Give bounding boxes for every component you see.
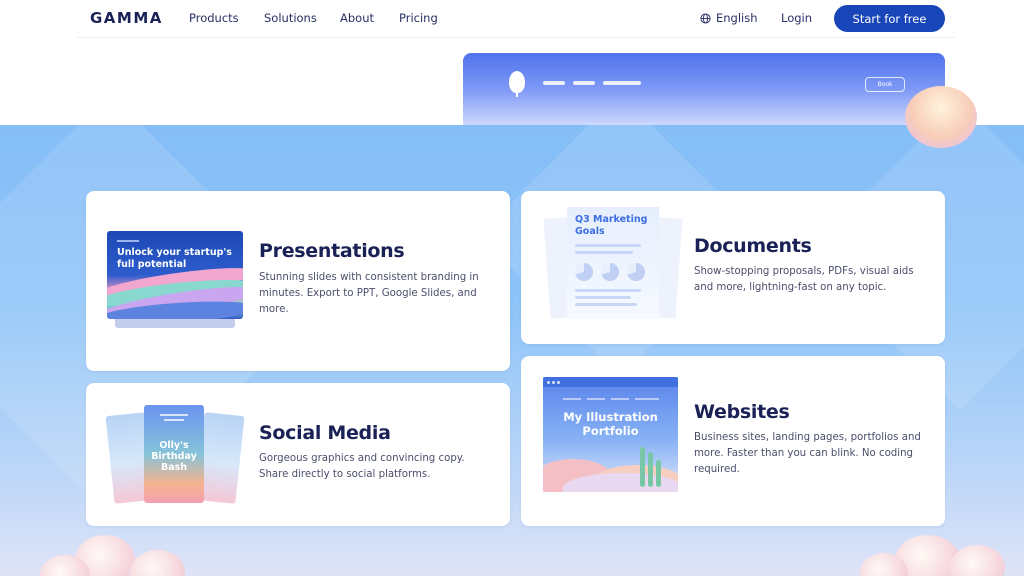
card-title-websites: Websites [694,401,790,423]
presentation-thumbnail-title: Unlock your startup's full potential [117,247,232,270]
lightbulb-icon [509,71,525,97]
login-link[interactable]: Login [781,11,812,25]
document-thumbnail-title: Q3 Marketing Goals [575,214,648,237]
card-title-social-media: Social Media [259,422,391,444]
nav-link-products[interactable]: Products [189,11,239,25]
hot-air-balloon [905,86,977,148]
card-title-presentations: Presentations [259,240,405,262]
nav-link-pricing[interactable]: Pricing [399,11,438,25]
language-selector[interactable]: English [700,11,758,25]
cactus-illustration [640,447,645,487]
globe-icon [700,12,711,24]
cloud [950,545,1005,576]
presentation-thumbnail-stand [115,319,235,328]
nav-link-about[interactable]: About [340,11,374,25]
document-thumbnail: Q3 Marketing Goals [567,207,659,319]
social-post-title: Olly's Birthday Bash [151,440,197,473]
nav-link-solutions[interactable]: Solutions [264,11,317,25]
preview-nav-bar [573,81,595,85]
gamma-logo[interactable]: GAMMA [90,9,163,27]
card-description-websites: Business sites, landing pages, portfolio… [694,432,921,475]
preview-book-button: Book [865,77,905,92]
card-title-documents: Documents [694,235,812,257]
start-for-free-button[interactable]: Start for free [834,5,945,32]
website-thumbnail-title: My Illustration Portfolio [563,410,658,438]
card-description-presentations: Stunning slides with consistent branding… [259,272,479,315]
language-label: English [716,11,758,25]
presentation-thumbnail: Unlock your startup's full potential [107,231,243,319]
hero-preview-window: Book [463,53,945,133]
top-navigation: GAMMA Products Solutions About Pricing E… [0,0,1024,38]
card-description-social-media: Gorgeous graphics and convincing copy. S… [259,453,465,480]
cloud [130,550,185,576]
preview-nav-bar [603,81,641,85]
cactus-illustration [648,452,653,487]
cactus-illustration [656,460,661,487]
social-post-thumbnail: Olly's Birthday Bash [144,405,204,503]
card-description-documents: Show-stopping proposals, PDFs, visual ai… [694,266,914,293]
preview-nav-bar [543,81,565,85]
